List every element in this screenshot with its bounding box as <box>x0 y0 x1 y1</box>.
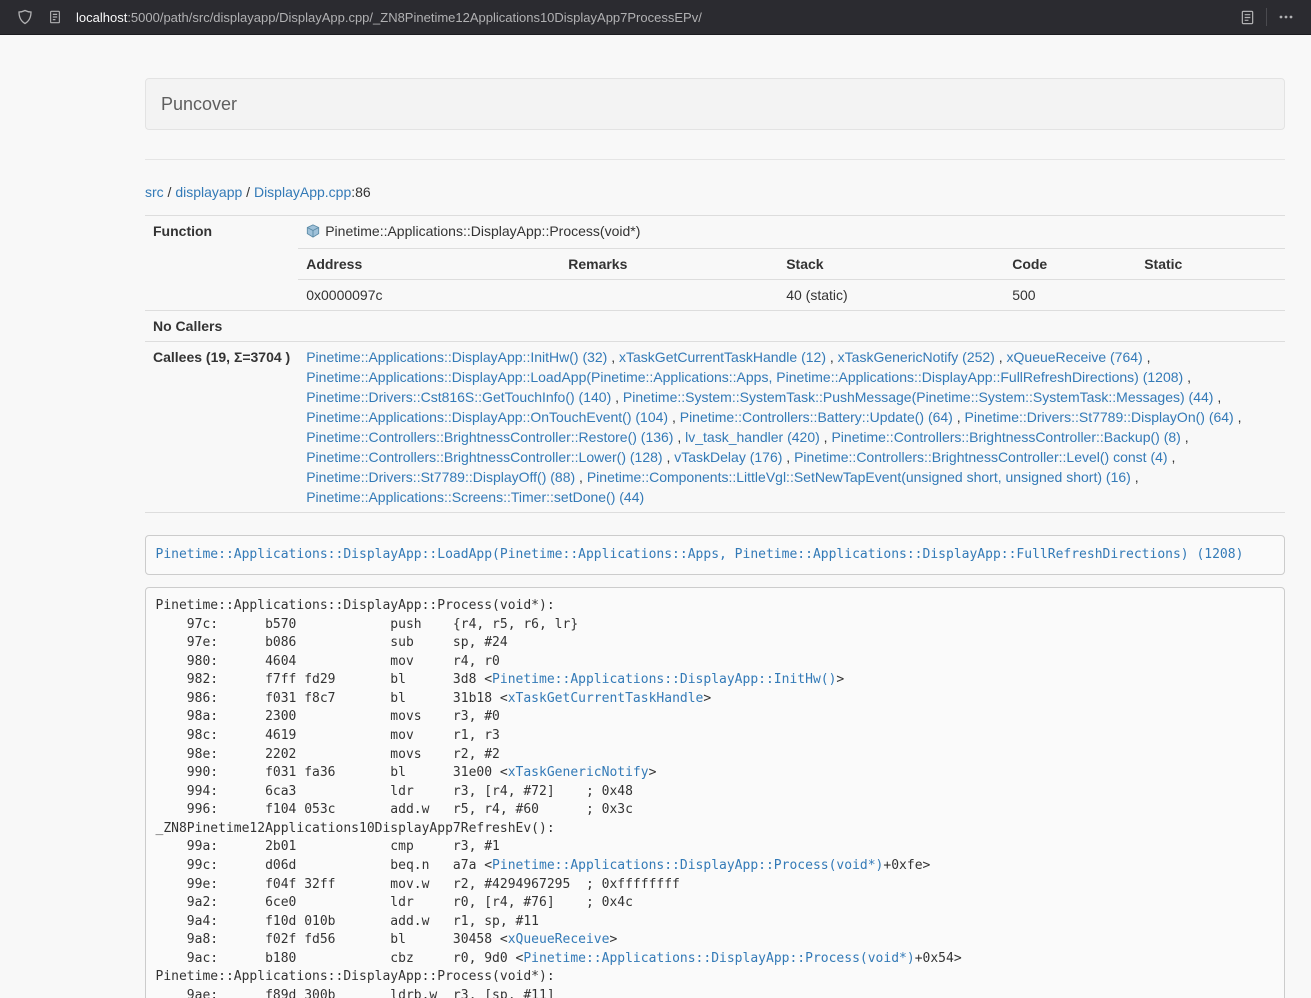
overflow-menu-icon[interactable] <box>1271 4 1301 31</box>
callee-link[interactable]: Pinetime::Drivers::St7789::DisplayOn() (… <box>965 409 1234 425</box>
function-name: Pinetime::Applications::DisplayApp::Proc… <box>325 223 640 239</box>
breadcrumb-line-number: :86 <box>351 184 370 200</box>
breadcrumb-link[interactable]: src <box>145 184 164 200</box>
column-header-code: Code <box>1004 249 1136 280</box>
metrics-value-row: 0x0000097c 40 (static)500 <box>145 280 1285 311</box>
callee-link[interactable]: xTaskGetCurrentTaskHandle (12) <box>619 349 826 365</box>
callee-link[interactable]: Pinetime::Controllers::BrightnessControl… <box>306 429 673 445</box>
symbol-link[interactable]: xTaskGetCurrentTaskHandle <box>508 691 704 706</box>
app-title[interactable]: Puncover <box>161 94 237 115</box>
callees-row: Callees (19, Σ=3704 ) Pinetime::Applicat… <box>145 342 1285 513</box>
symbol-link[interactable]: Pinetime::Applications::DisplayApp::Proc… <box>492 858 883 873</box>
callee-link[interactable]: Pinetime::System::SystemTask::PushMessag… <box>623 389 1214 405</box>
callee-link[interactable]: lv_task_handler (420) <box>685 429 820 445</box>
metrics-header-row: AddressRemarksStackCodeStatic <box>145 249 1285 280</box>
toolbar-divider <box>1266 8 1267 26</box>
symbol-link[interactable]: Pinetime::Applications::DisplayApp::Init… <box>492 672 836 687</box>
no-callers-cell <box>298 311 1285 342</box>
metric-value-address: 0x0000097c <box>298 280 560 311</box>
function-type-icon <box>306 223 320 243</box>
highlighted-symbol-box: Pinetime::Applications::DisplayApp::Load… <box>145 535 1285 575</box>
symbol-link[interactable]: xTaskGenericNotify <box>508 765 649 780</box>
url-host: localhost <box>76 10 127 25</box>
function-name-cell: Pinetime::Applications::DisplayApp::Proc… <box>298 216 1285 249</box>
highlighted-symbol-link[interactable]: Pinetime::Applications::DisplayApp::Load… <box>156 547 1244 562</box>
column-header-remarks: Remarks <box>560 249 778 280</box>
column-header-static: Static <box>1136 249 1285 280</box>
callee-link[interactable]: xTaskGenericNotify (252) <box>838 349 995 365</box>
callee-link[interactable]: Pinetime::Applications::DisplayApp::Init… <box>306 349 607 365</box>
metric-value-static <box>1136 280 1285 311</box>
callee-link[interactable]: Pinetime::Controllers::Battery::Update()… <box>680 409 953 425</box>
callee-link[interactable]: Pinetime::Components::LittleVgl::SetNewT… <box>587 469 1131 485</box>
column-header-stack: Stack <box>778 249 1004 280</box>
callee-link[interactable]: Pinetime::Drivers::Cst816S::GetTouchInfo… <box>306 389 611 405</box>
browser-chrome: localhost:5000/path/src/displayapp/Displ… <box>0 0 1311 35</box>
function-table: Function Pinetime::Applications::Display… <box>145 215 1285 513</box>
callee-link[interactable]: xQueueReceive (764) <box>1007 349 1143 365</box>
breadcrumb-link[interactable]: DisplayApp.cpp <box>254 184 351 200</box>
breadcrumb: src / displayapp / DisplayApp.cpp:86 <box>145 182 1285 202</box>
callees-cell: Pinetime::Applications::DisplayApp::Init… <box>298 342 1285 513</box>
page-info-icon[interactable] <box>40 4 70 31</box>
no-callers-row: No Callers <box>145 311 1285 342</box>
header-divider <box>145 159 1285 160</box>
breadcrumb-link[interactable]: displayapp <box>175 184 242 200</box>
callees-label: Callees (19, Σ=3704 ) <box>145 342 298 513</box>
disassembly: Pinetime::Applications::DisplayApp::Proc… <box>145 587 1285 998</box>
callee-link[interactable]: Pinetime::Applications::DisplayApp::Load… <box>306 369 1183 385</box>
symbol-link[interactable]: Pinetime::Applications::DisplayApp::Proc… <box>523 951 914 966</box>
url-path: :5000/path/src/displayapp/DisplayApp.cpp… <box>127 10 702 25</box>
page-content: Puncover src / displayapp / DisplayApp.c… <box>145 35 1285 998</box>
callee-link[interactable]: vTaskDelay (176) <box>674 449 782 465</box>
function-label: Function <box>145 216 298 311</box>
callee-link[interactable]: Pinetime::Applications::DisplayApp::OnTo… <box>306 409 668 425</box>
metric-value-remarks <box>560 280 778 311</box>
callee-link[interactable]: Pinetime::Applications::Screens::Timer::… <box>306 489 644 505</box>
no-callers-label: No Callers <box>145 311 298 342</box>
reader-mode-icon[interactable] <box>1232 4 1262 31</box>
url-bar[interactable]: localhost:5000/path/src/displayapp/Displ… <box>76 10 1222 25</box>
callee-link[interactable]: Pinetime::Controllers::BrightnessControl… <box>306 449 662 465</box>
column-header-address: Address <box>298 249 560 280</box>
metric-value-stack: 40 (static) <box>778 280 1004 311</box>
metric-value-code: 500 <box>1004 280 1136 311</box>
symbol-link[interactable]: xQueueReceive <box>508 932 610 947</box>
callee-link[interactable]: Pinetime::Controllers::BrightnessControl… <box>831 429 1180 445</box>
app-navbar: Puncover <box>145 78 1285 130</box>
tracking-protection-shield-icon[interactable] <box>10 4 40 31</box>
callee-link[interactable]: Pinetime::Drivers::St7789::DisplayOff() … <box>306 469 575 485</box>
function-row: Function Pinetime::Applications::Display… <box>145 216 1285 249</box>
callee-link[interactable]: Pinetime::Controllers::BrightnessControl… <box>794 449 1167 465</box>
